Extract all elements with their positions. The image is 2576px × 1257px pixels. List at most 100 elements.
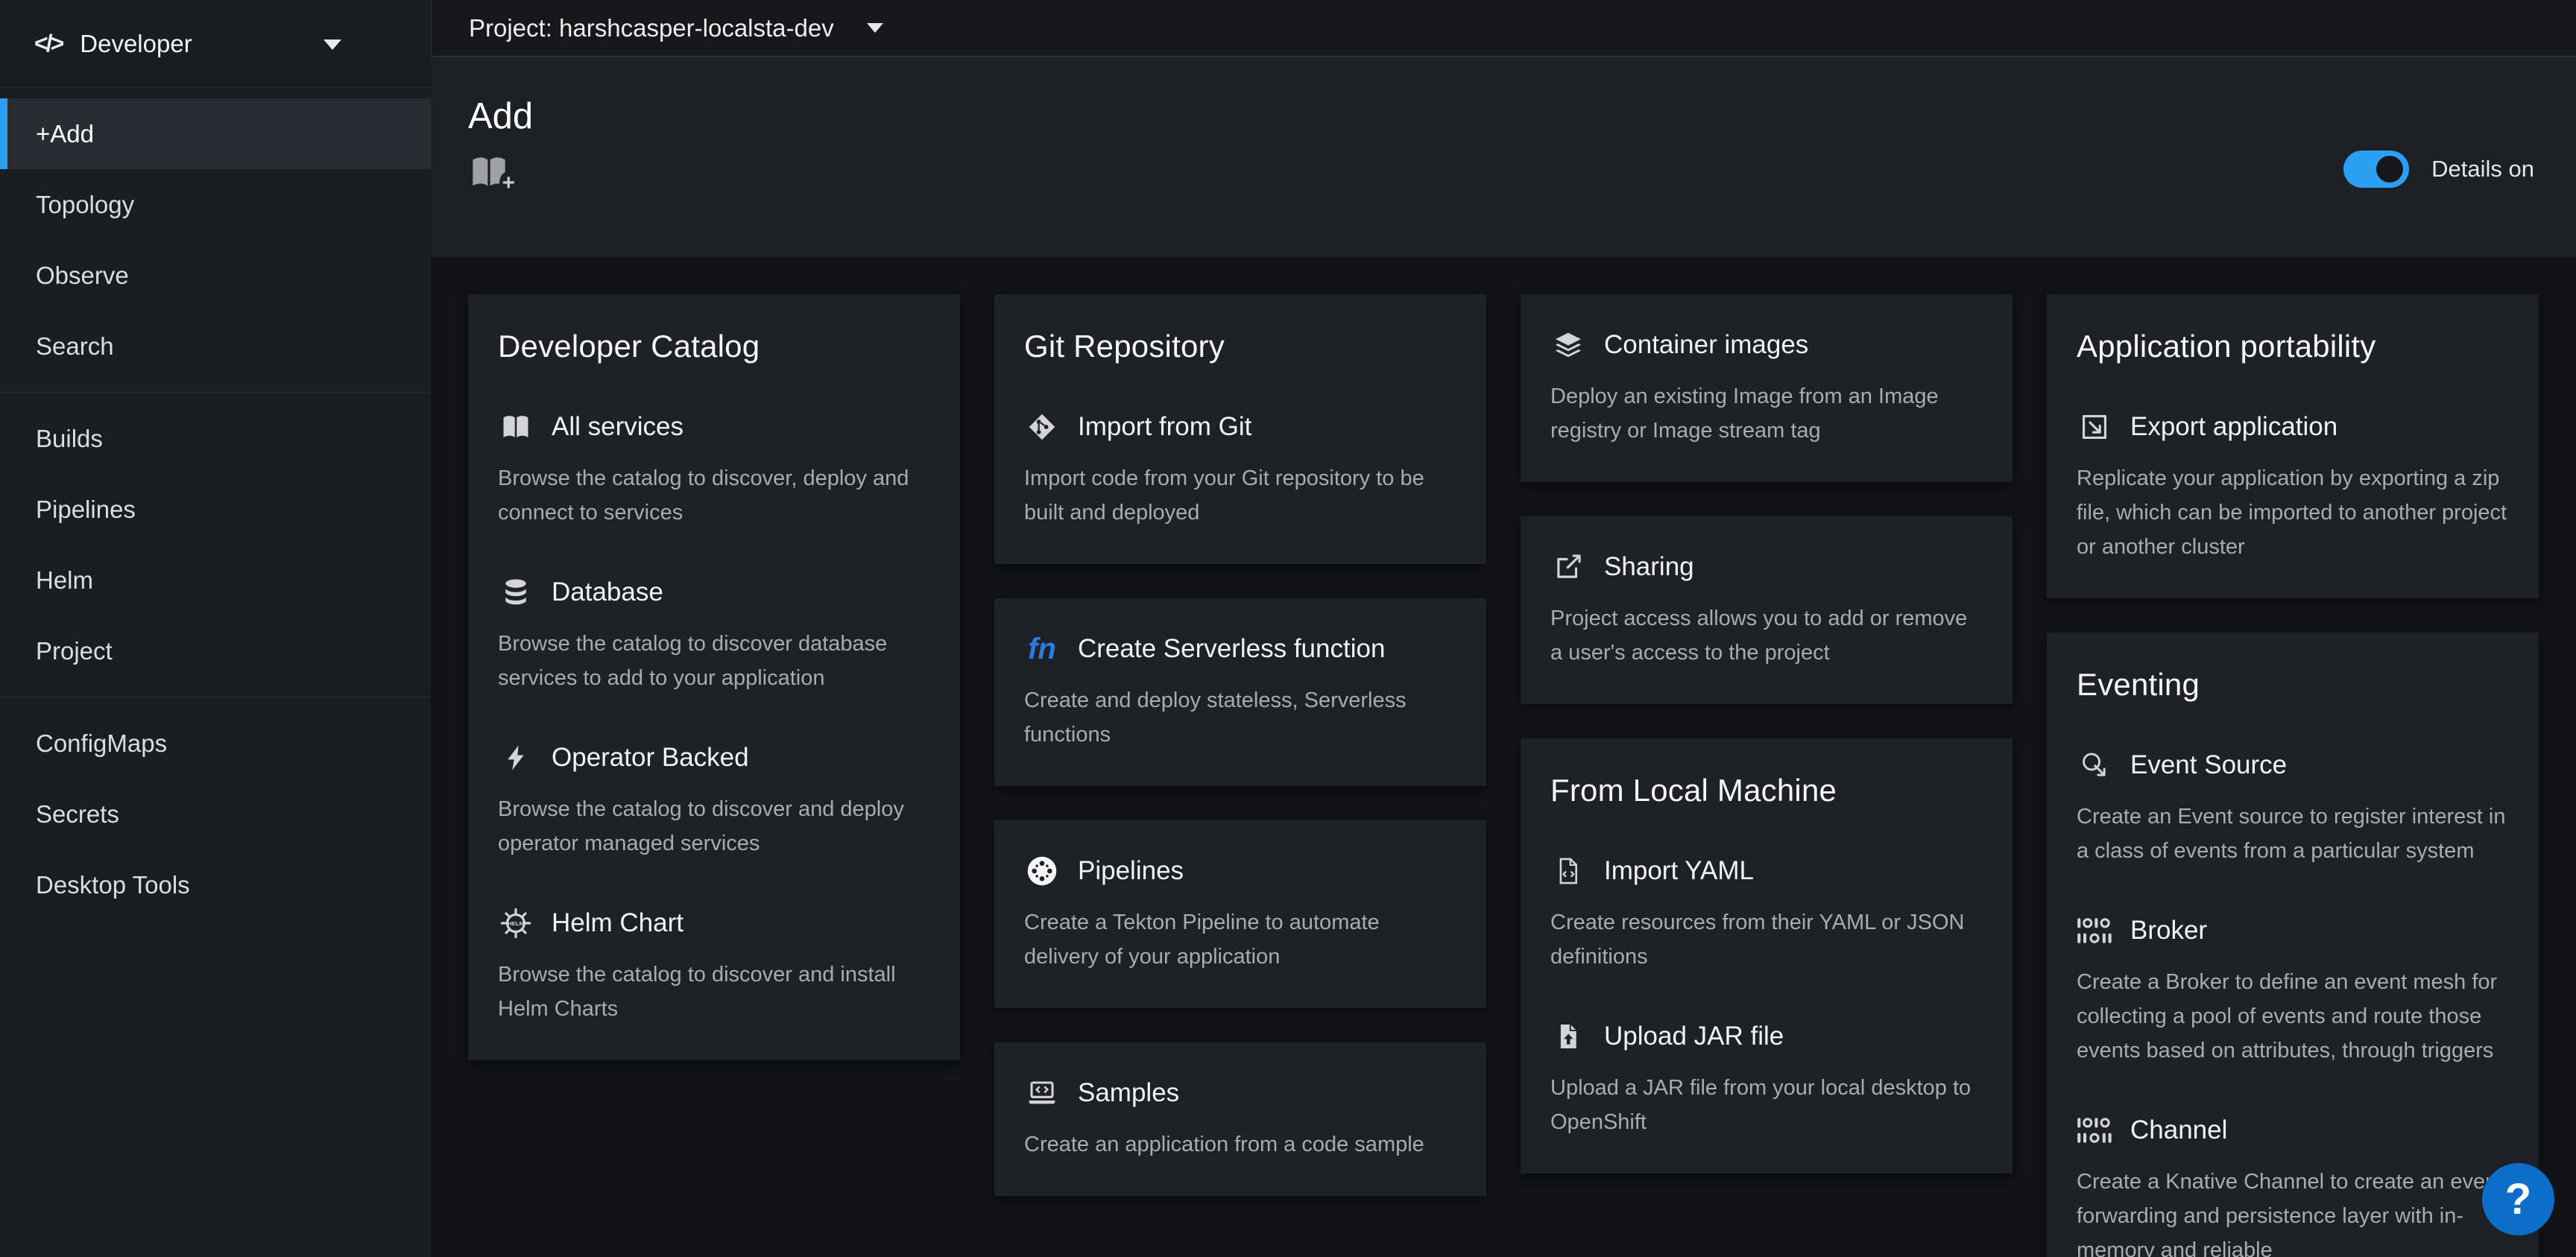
card-column: Container images Deploy an existing Image… — [1521, 294, 2012, 1174]
item-description: Create and deploy stateless, Serverless … — [1024, 683, 1456, 752]
git-icon — [1024, 411, 1060, 443]
item-label: Upload JAR file — [1604, 1022, 1784, 1051]
perspective-switcher[interactable]: </> Developer — [0, 0, 431, 88]
sidebar-item-label: Observe — [36, 262, 129, 290]
details-toggle[interactable] — [2343, 151, 2409, 188]
pipelines-icon — [1024, 855, 1060, 887]
card-title: Developer Catalog — [498, 329, 930, 364]
item-description: Replicate your application by exporting … — [2077, 461, 2509, 564]
add-item-sharing[interactable]: Sharing Project access allows you to add … — [1550, 551, 1983, 670]
item-description: Deploy an existing Image from an Image r… — [1550, 379, 1983, 448]
file-upload-icon — [1550, 1020, 1586, 1053]
add-item-samples[interactable]: Samples Create an application from a code… — [1024, 1077, 1456, 1162]
card-pipelines: PipelinesCreate a Tekton Pipeline to aut… — [994, 820, 1486, 1008]
sidebar-item-project[interactable]: Project — [0, 615, 431, 686]
add-item-database[interactable]: Database Browse the catalog to discover d… — [498, 576, 930, 695]
add-item-import-from-git[interactable]: Import from GitImport code from your Git… — [1024, 411, 1456, 530]
card-title: Application portability — [2077, 329, 2509, 364]
item-label: Container images — [1604, 330, 1808, 360]
item-label: Pipelines — [1078, 856, 1184, 886]
add-item-broker[interactable]: BrokerCreate a Broker to define an event… — [2077, 914, 2509, 1068]
item-label: Channel — [2130, 1115, 2227, 1145]
item-label: Broker — [2130, 916, 2207, 946]
sidebar-item-label: +Add — [36, 120, 94, 148]
quick-start-book-plus-icon[interactable]: + — [468, 153, 510, 191]
card-eventing: EventingEvent SourceCreate an Event sour… — [2047, 633, 2539, 1257]
add-item-pipelines[interactable]: PipelinesCreate a Tekton Pipeline to aut… — [1024, 855, 1456, 974]
item-label: All services — [552, 412, 684, 442]
item-description: Project access allows you to add or remo… — [1550, 601, 1983, 670]
sidebar-item-helm[interactable]: Helm — [0, 545, 431, 615]
item-head: Container images — [1550, 329, 1983, 361]
card-title: From Local Machine — [1550, 773, 1983, 808]
sidebar-group: ConfigMaps Secrets Desktop Tools — [0, 697, 431, 931]
card-column: Developer Catalog All services Browse the … — [468, 294, 960, 1060]
add-item-channel[interactable]: Channel Create a Knative Channel to creat… — [2077, 1114, 2509, 1257]
sidebar-group: Builds Pipelines Helm Project — [0, 393, 431, 697]
item-label: Database — [552, 577, 663, 607]
samples-icon — [1024, 1077, 1060, 1109]
item-description: Upload a JAR file from your local deskto… — [1550, 1071, 1983, 1139]
plus-icon: + — [499, 171, 517, 195]
channel-icon — [2077, 1114, 2112, 1147]
serverless-fn-icon: fn — [1024, 633, 1060, 665]
broker-icon — [2077, 914, 2112, 947]
perspective-label: Developer — [80, 30, 192, 58]
sidebar-item-label: Topology — [36, 191, 134, 219]
item-head: Pipelines — [1024, 855, 1456, 887]
sidebar-item-desktop-tools[interactable]: Desktop Tools — [0, 849, 431, 920]
sidebar-item-builds[interactable]: Builds — [0, 403, 431, 474]
item-description: Browse the catalog to discover database … — [498, 627, 930, 695]
item-label: Samples — [1078, 1078, 1179, 1108]
add-item-all-services[interactable]: All services Browse the catalog to discov… — [498, 411, 930, 530]
help-button[interactable]: ? — [2482, 1163, 2554, 1235]
project-selector[interactable]: Project: harshcasper-localsta-dev — [431, 0, 2576, 57]
add-item-container-images[interactable]: Container images Deploy an existing Image… — [1550, 329, 1983, 448]
add-item-helm-chart[interactable]: HELMHelm ChartBrowse the catalog to disc… — [498, 907, 930, 1026]
item-label: Operator Backed — [552, 743, 749, 773]
card-samples: Samples Create an application from a code… — [994, 1042, 1486, 1196]
item-description: Browse the catalog to discover, deploy a… — [498, 461, 930, 530]
item-head: fnCreate Serverless function — [1024, 633, 1456, 665]
project-selector-label: Project: harshcasper-localsta-dev — [469, 14, 834, 42]
file-code-icon — [1550, 855, 1586, 887]
sidebar-item-configmaps[interactable]: ConfigMaps — [0, 708, 431, 779]
item-description: Create a Knative Channel to create an ev… — [2077, 1165, 2509, 1257]
card-sharing: Sharing Project access allows you to add … — [1521, 516, 2012, 704]
event-source-icon — [2077, 749, 2112, 782]
layers-icon — [1550, 329, 1586, 361]
card-application-portability: Application portability Export applicatio… — [2047, 294, 2539, 598]
sidebar-item-label: Project — [36, 637, 113, 665]
sidebar-item-topology[interactable]: Topology — [0, 169, 431, 240]
sidebar-item-label: Pipelines — [36, 495, 136, 524]
sidebar-item-label: Secrets — [36, 800, 119, 829]
details-toggle-group: Details on — [2343, 151, 2534, 188]
item-label: Event Source — [2130, 750, 2287, 780]
item-label: Export application — [2130, 412, 2337, 442]
sidebar-item-secrets[interactable]: Secrets — [0, 779, 431, 849]
add-item-event-source[interactable]: Event SourceCreate an Event source to re… — [2077, 749, 2509, 868]
item-head: All services — [498, 411, 930, 443]
sidebar-item-add[interactable]: +Add — [0, 98, 431, 169]
add-item-upload-jar-file[interactable]: Upload JAR file Upload a JAR file from yo… — [1550, 1020, 1983, 1139]
bolt-icon — [498, 741, 534, 774]
item-label: Sharing — [1604, 552, 1694, 582]
sidebar-item-observe[interactable]: Observe — [0, 240, 431, 311]
item-label: Import from Git — [1078, 412, 1251, 442]
item-label: Helm Chart — [552, 908, 684, 938]
item-head: Broker — [2077, 914, 2509, 947]
item-label: Import YAML — [1604, 856, 1754, 886]
item-description: Browse the catalog to discover and deplo… — [498, 792, 930, 861]
add-item-operator-backed[interactable]: Operator Backed Browse the catalog to dis… — [498, 741, 930, 861]
chevron-down-icon — [867, 23, 883, 33]
card-developer-catalog: Developer Catalog All services Browse the … — [468, 294, 960, 1060]
sidebar-item-label: Desktop Tools — [36, 871, 190, 899]
item-description: Create an application from a code sample — [1024, 1127, 1456, 1162]
add-item-create-serverless-function[interactable]: fnCreate Serverless function Create and d… — [1024, 633, 1456, 752]
add-item-import-yaml[interactable]: Import YAMLCreate resources from their Y… — [1550, 855, 1983, 974]
chevron-down-icon — [323, 39, 341, 50]
sidebar-item-search[interactable]: Search — [0, 311, 431, 381]
sidebar-group: +Add Topology Observe Search — [0, 88, 431, 392]
sidebar-item-pipelines[interactable]: Pipelines — [0, 474, 431, 545]
add-item-export-application[interactable]: Export application Replicate your applica… — [2077, 411, 2509, 564]
